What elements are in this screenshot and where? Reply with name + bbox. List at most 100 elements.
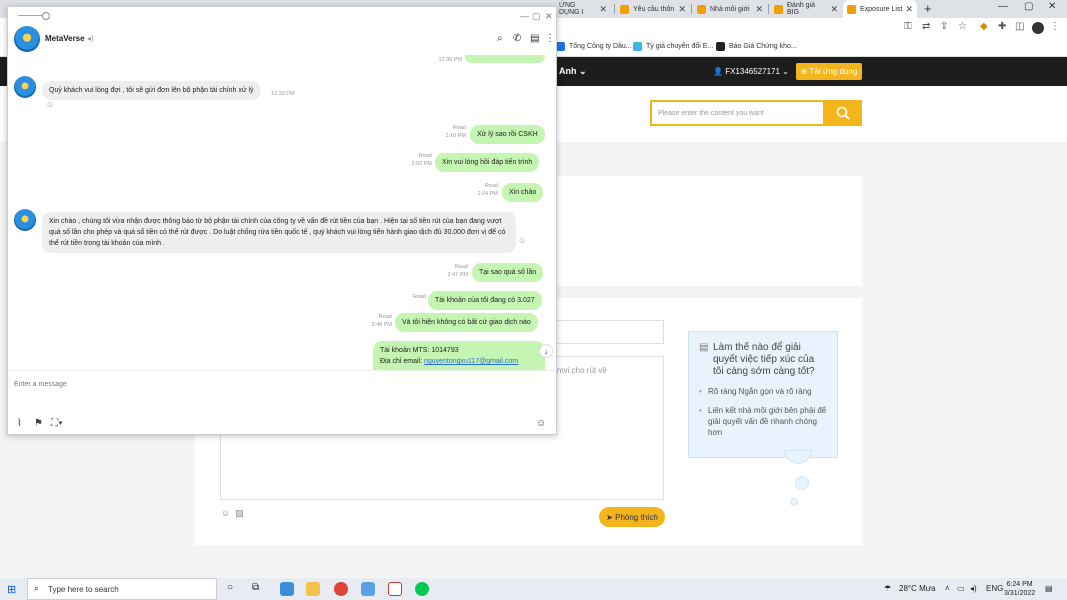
notes-icon[interactable]: ▤ [530, 33, 539, 44]
close-window-icon[interactable]: ✕ [1048, 1, 1056, 12]
tray-expand-icon[interactable]: ˄ [945, 584, 950, 593]
tab-exposure-list[interactable]: Exposure List ✕ [843, 0, 917, 18]
language-selector[interactable]: Anh ⌄ [559, 66, 587, 77]
screenshot-crop-icon[interactable]: ⛶▾ [51, 418, 63, 429]
tab-danh-gia[interactable]: Đánh giá BIG ✕ [770, 0, 842, 18]
feedback-button[interactable]: ➤ Phòng thích [599, 507, 665, 527]
app-taskbar-icon[interactable] [361, 582, 375, 596]
message-bubble-in[interactable]: Xin chào , chúng tôi vừa nhận được thông… [42, 212, 516, 253]
message-time: 12:38 PM [438, 57, 462, 63]
maximize-window-icon[interactable]: ▢ [1024, 1, 1033, 12]
windows-start-icon[interactable]: ⊞ [7, 583, 16, 596]
volume-icon[interactable]: ◂) [970, 584, 977, 593]
side-panel-icon[interactable]: ◫ [1015, 21, 1024, 32]
user-account[interactable]: 👤 FX1346527171 ⌄ [713, 67, 789, 76]
bookmark-favicon-icon [633, 42, 642, 51]
message-bubble-out[interactable]: Tài khoản MTS: 1014793 Địa chỉ email: ng… [373, 341, 545, 370]
close-tab-icon[interactable]: ✕ [596, 4, 607, 15]
translate-icon[interactable]: ⇄ [922, 21, 930, 32]
profile-avatar[interactable] [1032, 22, 1044, 34]
download-app-button[interactable]: ⊕ Tải ứng dụng [796, 63, 862, 80]
contact-avatar[interactable] [14, 26, 40, 52]
bookmark-icon[interactable]: ⚑ [34, 418, 43, 429]
task-view-icon[interactable]: ⧉ [252, 582, 259, 593]
minimize-chat-icon[interactable]: — [520, 11, 529, 21]
browser-menu-icon[interactable]: ⋮ [1050, 21, 1060, 32]
contact-name[interactable]: MetaVerse ◂) [45, 34, 94, 43]
taskbar-search[interactable]: ⌕ Type here to search [27, 578, 217, 600]
close-chat-icon[interactable]: ✕ [545, 11, 553, 22]
new-tab-icon[interactable]: + [924, 1, 932, 16]
chevron-down-icon: ⌄ [782, 67, 789, 76]
message-bubble-out[interactable]: Xin vui lòng hồi đáp tiến trình [435, 153, 540, 172]
message-bubble-out[interactable]: Tại sao quá số lần [472, 263, 544, 282]
notifications-icon[interactable]: ▤ [1045, 584, 1053, 593]
key-icon[interactable]: ⚿ [904, 21, 912, 32]
tab-nha-moi-gioi[interactable]: Nhà môi giới ✕ [693, 0, 767, 18]
textarea-content: mvi cho rút về [557, 366, 607, 375]
opacity-slider[interactable] [18, 12, 50, 20]
bookmark-bao-gia[interactable]: Báo Giá Chứng kho... [716, 42, 797, 51]
message-time: 12:39 PM [271, 91, 295, 97]
site-favicon-icon [774, 4, 783, 14]
message-bubble-out[interactable]: Xử lý sao rồi CSKH [470, 125, 545, 144]
scroll-to-bottom-button[interactable]: ↓ [539, 344, 553, 358]
decor-bubble [790, 498, 798, 506]
reaction-icon[interactable]: ☺ [518, 236, 526, 245]
file-explorer-icon[interactable] [306, 582, 320, 596]
cortana-icon[interactable]: ○ [227, 582, 233, 593]
image-icon[interactable]: ▨ [235, 508, 244, 518]
message-bubble-out[interactable]: Và tôi hiện không có bất cứ giao dịch nà… [395, 313, 538, 332]
tab-ung-dung[interactable]: ỨNG DỤNG I ✕ [555, 0, 611, 18]
close-tab-icon[interactable]: ✕ [675, 4, 686, 15]
weather-text[interactable]: 28°C Mưa [899, 584, 936, 593]
extension-icon[interactable]: ◆ [980, 21, 988, 32]
reaction-icon[interactable]: ☺ [46, 100, 54, 109]
bookmark-ty-gia[interactable]: Tỷ giá chuyển đổi E... [633, 42, 713, 51]
message-bubble-in[interactable]: Quý khách vui lòng đợi , tôi sẽ gửi đơn … [42, 81, 261, 100]
maximize-chat-icon[interactable]: ▢ [532, 11, 541, 22]
site-search-button[interactable] [824, 100, 862, 126]
message-bubble-out[interactable] [465, 55, 545, 63]
read-status: Read [412, 294, 426, 300]
system-clock[interactable]: 6:24 PM 3/31/2022 [1004, 580, 1035, 598]
line-app-icon[interactable] [415, 582, 429, 596]
tab-label: ỨNG DỤNG I [559, 2, 584, 16]
phone-icon[interactable]: ✆ [513, 33, 521, 44]
more-options-icon[interactable]: ⋮ [545, 33, 555, 44]
search-icon: ⌕ [34, 583, 40, 593]
search-chat-icon[interactable]: ⌕ [497, 33, 503, 44]
read-status: Read [452, 125, 466, 131]
app-taskbar-icon[interactable] [280, 582, 294, 596]
input-language[interactable]: ENG [986, 584, 1003, 593]
attach-icon[interactable]: ⌇ [17, 418, 22, 429]
tips-box: Làm thế nào để giải quyết việc tiếp xúc … [688, 331, 838, 458]
read-status: Read [418, 153, 432, 159]
site-search-input[interactable]: Please enter the content you want [650, 100, 825, 126]
contact-avatar [14, 209, 36, 231]
extensions-puzzle-icon[interactable]: ✚ [998, 21, 1006, 32]
network-icon[interactable]: ▭ [957, 584, 965, 593]
emoji-icon[interactable]: ☺ [221, 508, 230, 518]
close-tab-icon[interactable]: ✕ [827, 4, 838, 15]
email-link[interactable]: nguyentongxu117@gmail.com [424, 358, 518, 365]
message-bubble-out[interactable]: Tài khoản của tôi đang có 3.027 [428, 291, 542, 310]
close-tab-icon[interactable]: ✕ [902, 4, 913, 15]
chrome-icon[interactable] [334, 582, 348, 596]
message-input[interactable] [14, 377, 514, 391]
tab-label: Exposure List [860, 5, 903, 13]
weather-icon[interactable]: ☂ [884, 584, 891, 593]
tab-label: Nhà môi giới [710, 5, 750, 13]
bookmark-star-icon[interactable]: ☆ [958, 21, 967, 32]
message-bubble-out[interactable]: Xin chào [502, 183, 544, 202]
close-tab-icon[interactable]: ✕ [752, 4, 763, 15]
bookmark-tong-cong-ty[interactable]: Tổng Công ty Dầu... [556, 42, 632, 51]
emoji-icon[interactable]: ☺ [536, 418, 546, 429]
app-taskbar-icon[interactable] [388, 582, 402, 596]
clock-date: 3/31/2022 [1004, 590, 1036, 597]
chevron-down-icon: ⌄ [579, 66, 587, 76]
share-icon[interactable]: ⇪ [940, 21, 948, 32]
tab-yeu-cau[interactable]: Yêu cầu thôn ✕ [616, 0, 690, 18]
minimize-window-icon[interactable]: — [998, 1, 1008, 12]
form-field[interactable] [555, 320, 664, 344]
